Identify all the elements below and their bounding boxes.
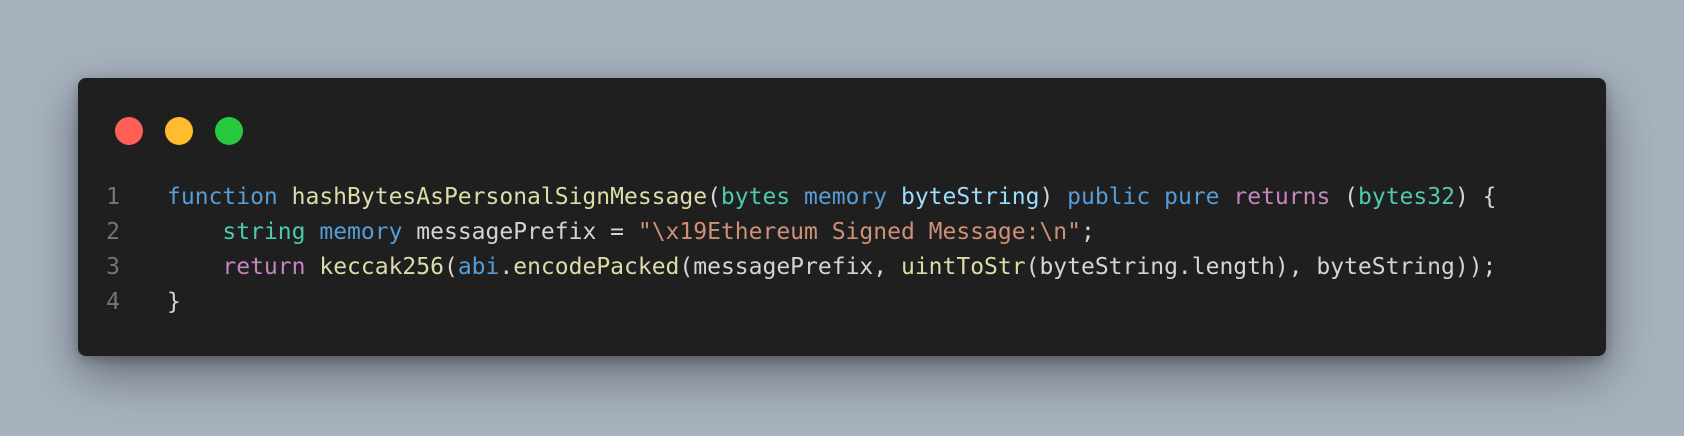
maximize-button[interactable]	[215, 117, 243, 145]
window-controls	[115, 117, 243, 145]
code-token-punct	[305, 219, 319, 245]
code-token-punct: }	[167, 289, 181, 315]
code-token-function: keccak256	[319, 254, 444, 280]
code-token-punct	[1150, 184, 1164, 210]
code-text: }	[148, 285, 181, 320]
code-text: function hashBytesAsPersonalSignMessage(…	[148, 180, 1497, 215]
code-token-punct: (messagePrefix,	[679, 254, 901, 280]
code-token-punct: .	[499, 254, 514, 280]
line-number: 1	[106, 184, 120, 210]
code-token-punct	[1220, 184, 1234, 210]
code-token-punct: (byteString.length), byteString));	[1025, 254, 1497, 280]
code-token-type: bytes32	[1358, 184, 1455, 210]
code-token-keyword: memory	[319, 219, 403, 245]
code-token-punct	[167, 254, 222, 280]
code-token-keyword: public	[1067, 184, 1151, 210]
code-token-punct: ;	[1080, 219, 1095, 245]
code-token-punct	[278, 184, 292, 210]
code-line: 1 function hashBytesAsPersonalSignMessage…	[78, 180, 1497, 215]
code-token-punct: (	[443, 254, 458, 280]
code-token-keyword: function	[167, 184, 278, 210]
line-number: 4	[106, 289, 120, 315]
code-token-type: string	[222, 219, 306, 245]
code-token-punct: ) {	[1454, 184, 1497, 210]
code-token-punct	[305, 254, 319, 280]
code-token-punct: (	[1330, 184, 1359, 210]
code-token-control: return	[222, 254, 306, 280]
code-token-string: "\x19Ethereum Signed Message:\n"	[637, 219, 1081, 245]
code-token-punct: messagePrefix =	[402, 219, 638, 245]
line-number: 2	[106, 219, 120, 245]
code-window: 1 function hashBytesAsPersonalSignMessage…	[78, 78, 1606, 356]
code-token-keyword: pure	[1164, 184, 1220, 210]
code-line: 2 string memory messagePrefix = "\x19Eth…	[78, 215, 1497, 250]
close-button[interactable]	[115, 117, 143, 145]
line-number: 3	[106, 254, 120, 280]
code-token-punct: )	[1039, 184, 1068, 210]
code-line: 4}	[78, 285, 1497, 320]
code-token-function: encodePacked	[513, 254, 680, 280]
code-token-punct	[887, 184, 901, 210]
code-line: 3 return keccak256(abi.encodePacked(mess…	[78, 250, 1497, 285]
code-text: return keccak256(abi.encodePacked(messag…	[148, 250, 1496, 285]
code-token-function: uintToStr	[900, 254, 1026, 280]
minimize-button[interactable]	[165, 117, 193, 145]
code-token-keyword: abi	[457, 254, 500, 280]
code-block: 1 function hashBytesAsPersonalSignMessage…	[78, 180, 1497, 320]
code-token-punct: (	[707, 184, 721, 210]
code-token-param: byteString	[900, 184, 1040, 210]
code-token-control: returns	[1233, 184, 1331, 210]
code-token-function: hashBytesAsPersonalSignMessage	[291, 184, 708, 210]
code-text: string memory messagePrefix = "\x19Ether…	[148, 215, 1095, 250]
code-token-keyword: memory	[804, 184, 888, 210]
code-token-punct	[790, 184, 804, 210]
code-token-type: bytes	[720, 184, 791, 210]
code-token-punct	[167, 219, 222, 245]
